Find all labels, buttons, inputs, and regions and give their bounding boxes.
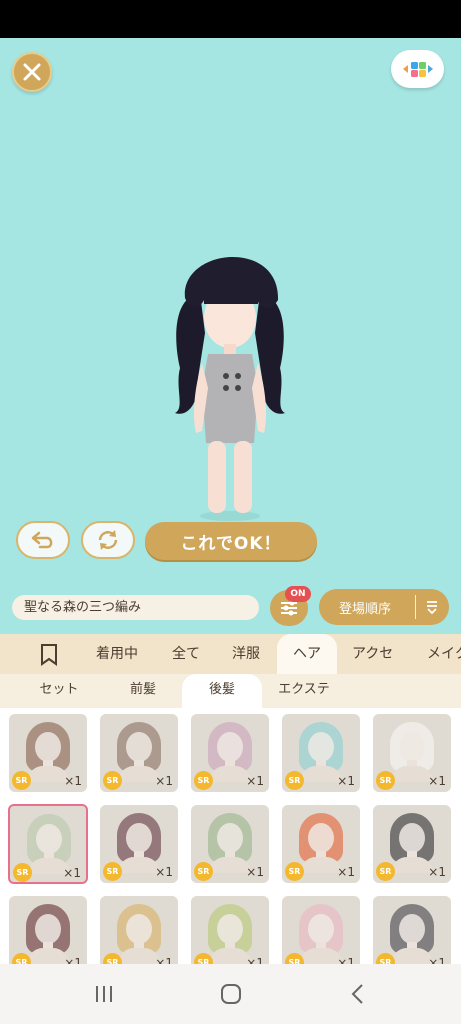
tab-makeup[interactable]: メイク bbox=[427, 634, 461, 674]
item-quantity: ×1 bbox=[63, 866, 81, 880]
bookmark-icon bbox=[41, 644, 57, 666]
rotate-button[interactable] bbox=[81, 521, 135, 559]
item-card[interactable]: SR ×1 bbox=[191, 714, 269, 792]
back-icon bbox=[351, 984, 363, 1004]
rarity-badge: SR bbox=[12, 771, 31, 790]
sort-divider bbox=[415, 595, 416, 619]
item-card[interactable]: SR ×1 bbox=[373, 805, 451, 883]
rarity-badge: SR bbox=[194, 771, 213, 790]
rarity-badge: SR bbox=[103, 771, 122, 790]
system-nav-bar bbox=[0, 964, 461, 1024]
back-button[interactable] bbox=[338, 979, 378, 1009]
item-card[interactable]: SR ×1 bbox=[373, 714, 451, 792]
rotate-icon bbox=[98, 530, 118, 550]
item-quantity: ×1 bbox=[337, 865, 355, 879]
avatar-stage: これでOK！ bbox=[0, 38, 461, 580]
item-grid: SR ×1 SR ×1 SR ×1 SR ×1 SR ×1 SR ×1 SR ×… bbox=[0, 708, 461, 964]
palette-icon bbox=[402, 62, 433, 77]
item-card[interactable]: SR ×1 bbox=[282, 714, 360, 792]
item-card[interactable]: SR ×1 bbox=[9, 896, 87, 964]
rarity-badge: SR bbox=[103, 862, 122, 881]
rarity-badge: SR bbox=[285, 771, 304, 790]
item-quantity: ×1 bbox=[64, 774, 82, 788]
subtab-set[interactable]: セット bbox=[14, 674, 104, 708]
tab-clothes[interactable]: 洋服 bbox=[232, 634, 260, 674]
recents-button[interactable] bbox=[84, 979, 124, 1009]
subtab-back-hair[interactable]: 後髪 bbox=[182, 674, 262, 708]
item-card[interactable]: SR ×1 bbox=[282, 805, 360, 883]
confirm-ok-button[interactable]: これでOK！ bbox=[145, 522, 317, 560]
item-quantity: ×1 bbox=[428, 774, 446, 788]
status-bar bbox=[0, 0, 461, 38]
category-tabs: 着用中 全て 洋服 ヘア アクセ メイク bbox=[0, 634, 461, 674]
item-quantity: ×1 bbox=[155, 774, 173, 788]
item-quantity: ×1 bbox=[64, 956, 82, 964]
item-quantity: ×1 bbox=[246, 774, 264, 788]
rarity-badge: SR bbox=[376, 862, 395, 881]
item-quantity: ×1 bbox=[155, 956, 173, 964]
rarity-badge: SR bbox=[194, 862, 213, 881]
undo-icon bbox=[31, 531, 53, 549]
recents-icon bbox=[95, 986, 112, 1002]
item-card[interactable]: SR ×1 bbox=[191, 805, 269, 883]
palette-button[interactable] bbox=[391, 50, 444, 88]
item-card[interactable]: SR ×1 bbox=[100, 805, 178, 883]
home-button[interactable] bbox=[211, 979, 251, 1009]
close-button[interactable] bbox=[12, 52, 52, 92]
hair-subtabs: セット 前髪 後髪 エクステ bbox=[0, 674, 461, 708]
item-quantity: ×1 bbox=[155, 865, 173, 879]
filter-on-badge: ON bbox=[285, 586, 311, 602]
rarity-badge: SR bbox=[376, 771, 395, 790]
item-card[interactable]: SR ×1 bbox=[100, 714, 178, 792]
subtab-extensions[interactable]: エクステ bbox=[262, 674, 346, 708]
item-quantity: ×1 bbox=[337, 774, 355, 788]
rarity-badge: SR bbox=[13, 863, 32, 882]
item-quantity: ×1 bbox=[246, 956, 264, 964]
subtab-front-hair[interactable]: 前髪 bbox=[98, 674, 188, 708]
home-icon bbox=[220, 984, 241, 1004]
avatar-figure bbox=[175, 256, 285, 521]
item-card[interactable]: SR ×1 bbox=[373, 896, 451, 964]
item-card[interactable]: SR ×1 bbox=[9, 714, 87, 792]
item-quantity: ×1 bbox=[428, 865, 446, 879]
tab-hair[interactable]: ヘア bbox=[277, 634, 337, 674]
tab-all[interactable]: 全て bbox=[172, 634, 200, 674]
tab-wearing[interactable]: 着用中 bbox=[96, 634, 138, 674]
item-info-bar: 聖なる森の三つ編み ON 登場順序 bbox=[0, 580, 461, 634]
sort-order-icon[interactable] bbox=[416, 599, 448, 615]
item-card[interactable]: SR ×1 bbox=[282, 896, 360, 964]
tab-accessories[interactable]: アクセ bbox=[352, 634, 393, 674]
item-quantity: ×1 bbox=[337, 956, 355, 964]
undo-button[interactable] bbox=[16, 521, 70, 559]
item-quantity: ×1 bbox=[246, 865, 264, 879]
sort-label: 登場順序 bbox=[339, 601, 392, 617]
close-icon bbox=[23, 63, 41, 81]
item-quantity: ×1 bbox=[428, 956, 446, 964]
sort-button[interactable]: 登場順序 bbox=[319, 589, 449, 625]
item-card[interactable]: SR ×1 bbox=[191, 896, 269, 964]
item-card[interactable]: SR ×1 bbox=[100, 896, 178, 964]
rarity-badge: SR bbox=[285, 862, 304, 881]
item-card-selected[interactable]: SR ×1 bbox=[8, 804, 88, 884]
selected-item-name: 聖なる森の三つ編み bbox=[12, 595, 259, 620]
tab-bookmark[interactable] bbox=[38, 634, 60, 674]
